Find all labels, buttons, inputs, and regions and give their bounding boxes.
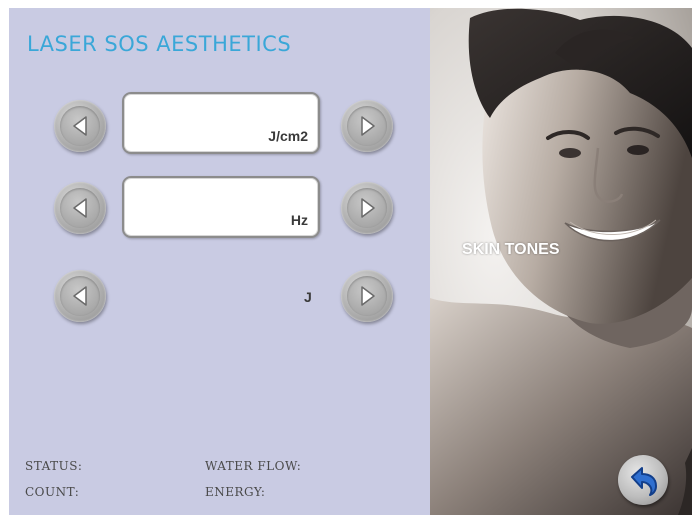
energy-increase-button[interactable] [341,270,393,322]
frequency-increase-button[interactable] [341,182,393,234]
energy-label: ENERGY: [205,485,266,499]
fluence-value-box: J/cm2 [122,92,320,154]
status-label: STATUS: [25,459,83,473]
portrait-panel: SKIN TONES [430,8,692,515]
back-return-icon [631,467,657,496]
portrait-image [430,8,692,515]
left-arrow-icon [73,116,87,136]
frequency-value-box: Hz [122,176,320,238]
fluence-increase-button[interactable] [341,100,393,152]
left-arrow-icon [73,286,87,306]
energy-unit: J [304,289,312,305]
app-frame: LASER SOS AESTHETICS J/cm2 Hz J STATUS: … [9,8,692,515]
skin-tones-label[interactable]: SKIN TONES [462,241,560,259]
water-flow-label: WATER FLOW: [205,459,302,473]
frequency-unit: Hz [290,212,308,228]
app-title: LASER SOS AESTHETICS [27,32,292,56]
control-panel: LASER SOS AESTHETICS J/cm2 Hz J STATUS: … [9,8,430,515]
fluence-unit: J/cm2 [268,128,308,144]
fluence-decrease-button[interactable] [54,100,106,152]
back-button[interactable] [618,455,668,505]
right-arrow-icon [361,286,375,306]
right-arrow-icon [361,116,375,136]
energy-decrease-button[interactable] [54,270,106,322]
right-arrow-icon [361,198,375,218]
count-label: COUNT: [25,485,80,499]
left-arrow-icon [73,198,87,218]
frequency-decrease-button[interactable] [54,182,106,234]
